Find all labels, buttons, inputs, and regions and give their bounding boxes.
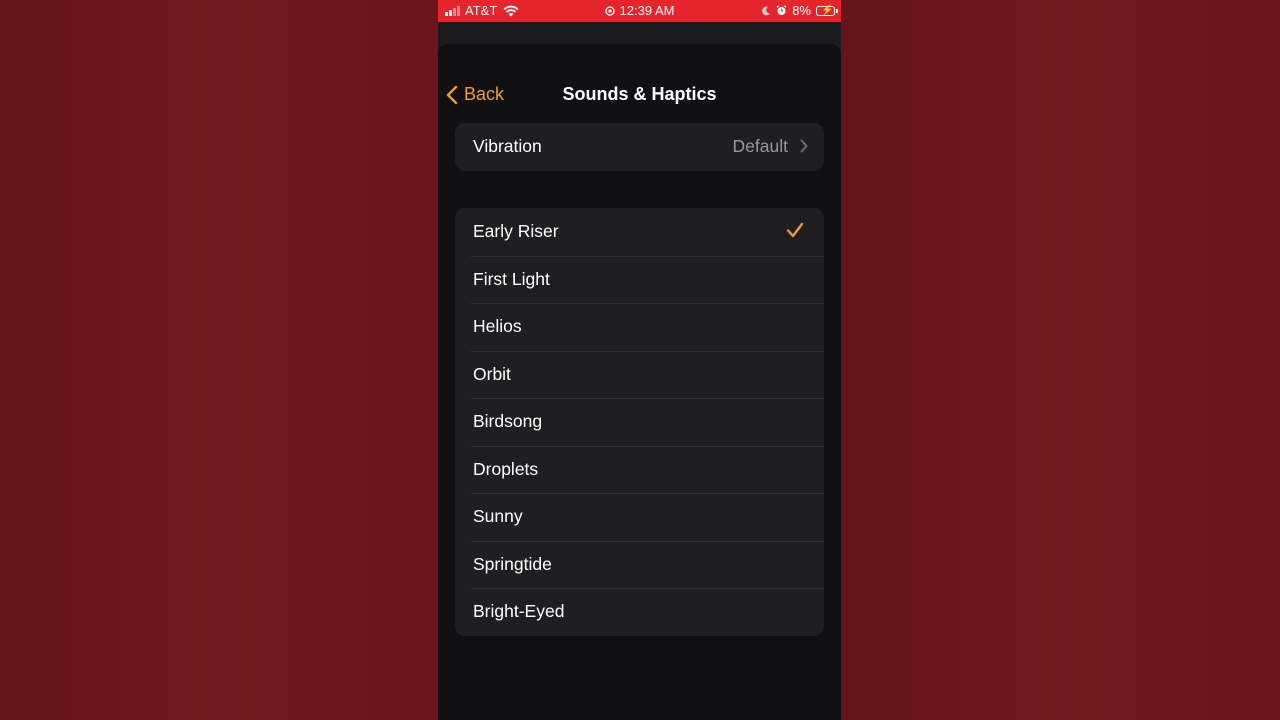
- back-label: Back: [464, 84, 505, 104]
- wifi-icon: [503, 5, 519, 16]
- battery-percent: 8%: [792, 3, 811, 18]
- sound-label: Droplets: [473, 458, 539, 479]
- alarm-icon: [776, 5, 787, 15]
- sound-item-birdsong[interactable]: Birdsong: [455, 398, 824, 446]
- sound-label: Helios: [473, 316, 522, 337]
- vibration-value: Default: [732, 136, 788, 157]
- sound-item-helios[interactable]: Helios: [455, 303, 824, 351]
- sound-label: Orbit: [473, 363, 511, 384]
- orientation-lock-icon: [604, 5, 615, 16]
- sound-item-early-riser[interactable]: Early Riser: [455, 208, 824, 256]
- sound-item-sunny[interactable]: Sunny: [455, 493, 824, 541]
- sheet-background: Back Sounds & Haptics Vibration Default …: [438, 22, 841, 720]
- vibration-label: Vibration: [473, 136, 542, 157]
- sound-label: First Light: [473, 268, 550, 289]
- back-button[interactable]: Back: [446, 84, 504, 105]
- status-left: AT&T: [445, 3, 519, 18]
- checkmark-icon: [786, 222, 804, 238]
- sound-item-droplets[interactable]: Droplets: [455, 445, 824, 494]
- carrier-label: AT&T: [465, 3, 498, 18]
- vibration-group: Vibration Default: [455, 123, 824, 171]
- vibration-row[interactable]: Vibration Default: [455, 123, 824, 171]
- sound-item-springtide[interactable]: Springtide: [455, 540, 824, 589]
- sound-label: Bright-Eyed: [473, 601, 565, 622]
- sound-label: Sunny: [473, 506, 523, 527]
- chevron-right-icon: [800, 139, 808, 153]
- chevron-left-icon: [446, 85, 458, 104]
- sound-label: Birdsong: [473, 411, 543, 432]
- status-time: 12:39 AM: [619, 3, 675, 18]
- sound-item-orbit[interactable]: Orbit: [455, 350, 824, 399]
- background-left: [0, 0, 438, 720]
- moon-icon: [762, 6, 771, 15]
- signal-icon: [445, 5, 460, 16]
- status-bar: AT&T 12:39 AM 8% ⚡: [438, 0, 841, 22]
- sound-label: Early Riser: [473, 221, 559, 242]
- battery-icon: ⚡: [816, 5, 838, 16]
- sounds-haptics-sheet: Back Sounds & Haptics Vibration Default …: [438, 44, 841, 720]
- sound-item-first-light[interactable]: First Light: [455, 255, 824, 304]
- sound-item-bright-eyed[interactable]: Bright-Eyed: [455, 588, 824, 636]
- phone-screen: AT&T 12:39 AM 8% ⚡ Back Sounds & Haptics…: [438, 0, 841, 720]
- status-right: 8% ⚡: [761, 3, 838, 18]
- background-right: [841, 0, 1280, 720]
- sound-list: Early Riser First Light Helios Orbit Bir…: [455, 208, 824, 636]
- sound-label: Springtide: [473, 553, 552, 574]
